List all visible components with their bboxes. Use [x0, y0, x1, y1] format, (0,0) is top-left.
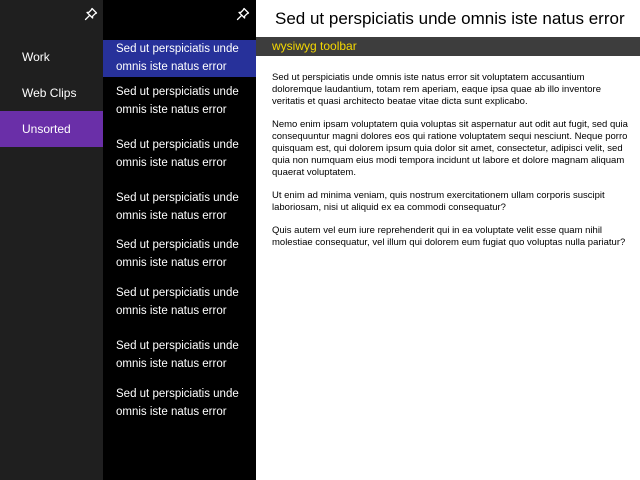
note-list-item-title: Sed ut perspiciatis unde omnis iste natu… — [116, 239, 239, 269]
nav-item-work[interactable]: Work — [0, 39, 103, 75]
nav-item-label: Web Clips — [22, 86, 77, 100]
note-list-pane: Sed ut perspiciatis unde omnis iste natu… — [103, 0, 256, 480]
note-list-item-title: Sed ut perspiciatis unde omnis iste natu… — [116, 43, 239, 73]
note-list-item[interactable]: Sed ut perspiciatis unde omnis iste natu… — [103, 83, 256, 119]
note-paragraph: Quis autem vel eum iure reprehenderit qu… — [272, 225, 626, 248]
note-list-item-title: Sed ut perspiciatis unde omnis iste natu… — [116, 388, 239, 418]
nav-item-web-clips[interactable]: Web Clips — [0, 75, 103, 111]
pin-icon[interactable] — [84, 7, 98, 21]
note-list-item[interactable]: Sed ut perspiciatis unde omnis iste natu… — [103, 385, 256, 421]
note-paragraph: Ut enim ad minima veniam, quis nostrum e… — [272, 190, 605, 213]
pin-icon[interactable] — [236, 7, 250, 21]
toolbar-label: wysiwyg toolbar — [272, 39, 357, 53]
note-list-item-title: Sed ut perspiciatis unde omnis iste natu… — [116, 192, 239, 222]
note-list-item[interactable]: Sed ut perspiciatis unde omnis iste natu… — [103, 40, 256, 77]
note-list-item[interactable]: Sed ut perspiciatis unde omnis iste natu… — [103, 189, 256, 225]
note-list-item[interactable]: Sed ut perspiciatis unde omnis iste natu… — [103, 337, 256, 373]
wysiwyg-toolbar[interactable]: wysiwyg toolbar — [256, 37, 640, 56]
nav-item-label: Work — [22, 50, 50, 64]
note-list-item[interactable]: Sed ut perspiciatis unde omnis iste natu… — [103, 284, 256, 320]
note-body-editor[interactable]: Sed ut perspiciatis unde omnis iste natu… — [272, 72, 628, 260]
note-list-item[interactable]: Sed ut perspiciatis unde omnis iste natu… — [103, 136, 256, 172]
app-window: Work Web Clips Unsorted Sed ut perspicia… — [0, 0, 640, 480]
note-list-item[interactable]: Sed ut perspiciatis unde omnis iste natu… — [103, 236, 256, 272]
nav-item-unsorted[interactable]: Unsorted — [0, 111, 103, 147]
note-list-item-title: Sed ut perspiciatis unde omnis iste natu… — [116, 287, 239, 317]
note-content-pane: Sed ut perspiciatis unde omnis iste natu… — [256, 0, 640, 480]
nav-item-label: Unsorted — [22, 122, 71, 136]
note-paragraph: Nemo enim ipsam voluptatem quia voluptas… — [272, 119, 628, 178]
note-paragraph: Sed ut perspiciatis unde omnis iste natu… — [272, 72, 602, 107]
navigation-pane: Work Web Clips Unsorted — [0, 0, 103, 480]
note-list-item-title: Sed ut perspiciatis unde omnis iste natu… — [116, 86, 239, 116]
note-title[interactable]: Sed ut perspiciatis unde omnis iste natu… — [275, 8, 635, 30]
note-list-item-title: Sed ut perspiciatis unde omnis iste natu… — [116, 340, 239, 370]
note-list-item-title: Sed ut perspiciatis unde omnis iste natu… — [116, 139, 239, 169]
